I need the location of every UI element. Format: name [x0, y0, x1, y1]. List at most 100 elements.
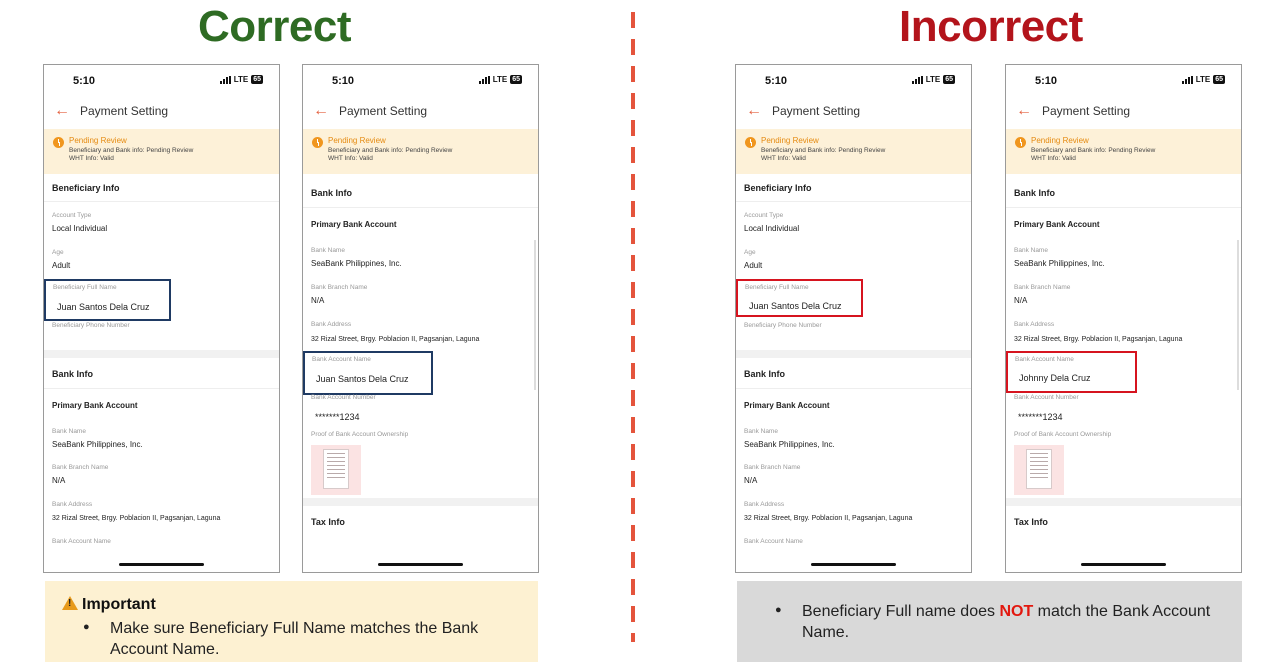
- primary-bank-account: Primary Bank Account: [1014, 220, 1100, 229]
- field-value: 32 Rizal Street, Brgy. Poblacion II, Pag…: [311, 336, 480, 343]
- field-label: Bank Name: [1014, 247, 1048, 254]
- section-gap: [44, 350, 279, 358]
- highlight-beneficiary-name: Beneficiary Full Name Juan Santos Dela C…: [736, 279, 863, 317]
- status-icons: LTE 65: [1181, 75, 1225, 84]
- section-gap: [1006, 498, 1241, 506]
- home-indicator: [1081, 563, 1166, 566]
- page-title: Payment Setting: [80, 104, 169, 118]
- note-title: Important: [82, 596, 156, 613]
- field-value: 32 Rizal Street, Brgy. Poblacion II, Pag…: [52, 515, 221, 522]
- section-tax-info: Tax Info: [1014, 517, 1048, 527]
- pending-line: WHT Info: Valid: [69, 155, 114, 162]
- pending-banner: Pending Review Beneficiary and Bank info…: [44, 129, 279, 174]
- section-gap: [736, 350, 971, 358]
- field-label: Beneficiary Phone Number: [744, 322, 822, 329]
- section-beneficiary-info: Beneficiary Info: [52, 183, 120, 193]
- pending-title: Pending Review: [69, 136, 127, 145]
- status-icons: LTE 65: [911, 75, 955, 84]
- section-tax-info: Tax Info: [311, 517, 345, 527]
- battery-icon: 65: [1213, 75, 1225, 84]
- field-value: SeaBank Philippines, Inc.: [744, 440, 835, 449]
- field-value: Local Individual: [52, 224, 108, 233]
- home-indicator: [811, 563, 896, 566]
- proof-document-thumbnail[interactable]: [1014, 445, 1064, 495]
- field-value: 32 Rizal Street, Brgy. Poblacion II, Pag…: [1014, 336, 1183, 343]
- incorrect-heading: Incorrect: [899, 2, 1083, 51]
- field-value: *******1234: [1018, 412, 1063, 422]
- field-label: Bank Account Number: [1014, 394, 1079, 401]
- back-arrow-icon[interactable]: ←: [746, 101, 762, 121]
- signal-icon: [911, 75, 923, 84]
- signal-icon: [478, 75, 490, 84]
- phone-correct-beneficiary: 5:10 LTE 65 ← Payment Setting Pending Re…: [43, 64, 280, 573]
- field-label: Bank Address: [744, 501, 785, 508]
- warning-icon: [62, 596, 78, 610]
- pending-banner: Pending Review Beneficiary and Bank info…: [736, 129, 971, 174]
- pending-line: WHT Info: Valid: [328, 155, 373, 162]
- battery-icon: 65: [943, 75, 955, 84]
- field-label: Age: [744, 249, 756, 256]
- field-label: Bank Name: [311, 247, 345, 254]
- beneficiary-full-name: Juan Santos Dela Cruz: [57, 302, 150, 312]
- section-bank-info: Bank Info: [52, 369, 94, 379]
- error-note: ● Beneficiary Full name does NOT match t…: [737, 581, 1242, 662]
- field-label: Proof of Bank Account Ownership: [1014, 431, 1112, 438]
- field-value: Adult: [744, 261, 763, 270]
- field-value: N/A: [1014, 296, 1028, 305]
- field-label: Age: [52, 249, 64, 256]
- field-label: Bank Name: [744, 428, 778, 435]
- section-bank-info: Bank Info: [311, 188, 353, 198]
- pending-line: Beneficiary and Bank info: Pending Revie…: [328, 147, 453, 154]
- pending-line: WHT Info: Valid: [761, 155, 806, 162]
- back-arrow-icon[interactable]: ←: [1016, 101, 1032, 121]
- field-label: Bank Branch Name: [311, 284, 368, 291]
- pending-line: Beneficiary and Bank info: Pending Revie…: [1031, 147, 1156, 154]
- battery-icon: 65: [251, 75, 263, 84]
- note-heading: Important: [62, 596, 156, 614]
- back-arrow-icon[interactable]: ←: [54, 101, 70, 121]
- field-label: Bank Account Name: [744, 538, 803, 545]
- section-bank-info: Bank Info: [744, 369, 786, 379]
- field-label: Proof of Bank Account Ownership: [311, 431, 409, 438]
- separator: [736, 388, 971, 389]
- network-label: LTE: [1195, 75, 1211, 84]
- pending-title: Pending Review: [328, 136, 386, 145]
- pending-banner: Pending Review Beneficiary and Bank info…: [303, 129, 538, 174]
- field-label: Bank Account Name: [312, 356, 371, 363]
- page-title: Payment Setting: [772, 104, 861, 118]
- error-text: Beneficiary Full name does NOT match the…: [802, 601, 1222, 643]
- battery-icon: 65: [510, 75, 522, 84]
- phone-incorrect-bank: 5:10 LTE 65 ← Payment Setting Pending Re…: [1005, 64, 1242, 573]
- error-text-start: Beneficiary Full name does: [802, 603, 1000, 620]
- highlight-beneficiary-name: Beneficiary Full Name Juan Santos Dela C…: [44, 279, 171, 321]
- field-label: Bank Address: [1014, 321, 1055, 328]
- error-emphasis: NOT: [999, 603, 1034, 620]
- bullet-icon: ●: [83, 621, 90, 633]
- back-arrow-icon[interactable]: ←: [313, 101, 329, 121]
- primary-bank-account: Primary Bank Account: [744, 401, 830, 410]
- page-title: Payment Setting: [1042, 104, 1131, 118]
- section-beneficiary-info: Beneficiary Info: [744, 183, 812, 193]
- field-value: 32 Rizal Street, Brgy. Poblacion II, Pag…: [744, 515, 913, 522]
- status-icons: LTE 65: [219, 75, 263, 84]
- phone-incorrect-beneficiary: 5:10 LTE 65 ← Payment Setting Pending Re…: [735, 64, 972, 573]
- field-label: Bank Branch Name: [52, 464, 109, 471]
- signal-icon: [219, 75, 231, 84]
- pending-title: Pending Review: [1031, 136, 1089, 145]
- primary-bank-account: Primary Bank Account: [52, 401, 138, 410]
- network-label: LTE: [233, 75, 249, 84]
- status-time: 5:10: [765, 75, 788, 87]
- bullet-icon: ●: [775, 604, 782, 616]
- proof-document-thumbnail[interactable]: [311, 445, 361, 495]
- status-time: 5:10: [332, 75, 355, 87]
- clock-icon: [1015, 137, 1026, 148]
- correct-heading: Correct: [198, 2, 352, 51]
- field-label: Bank Account Name: [52, 538, 111, 545]
- scrollbar[interactable]: [534, 240, 536, 390]
- scrollbar[interactable]: [1237, 240, 1239, 390]
- field-label: Beneficiary Phone Number: [52, 322, 130, 329]
- page-title: Payment Setting: [339, 104, 428, 118]
- home-indicator: [119, 563, 204, 566]
- field-value: N/A: [52, 476, 66, 485]
- clock-icon: [53, 137, 64, 148]
